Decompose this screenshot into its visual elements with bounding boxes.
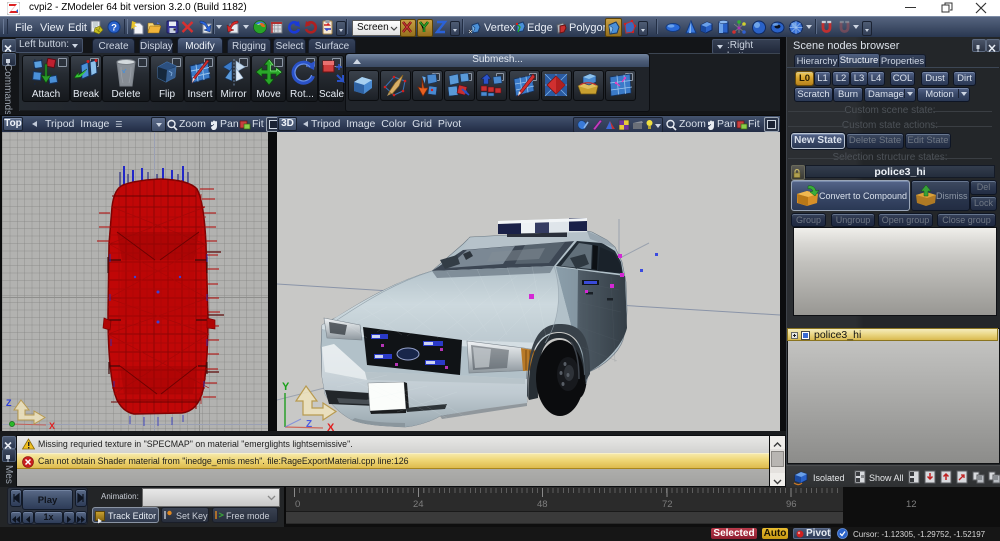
svg-text:?: ? [111, 23, 117, 34]
svg-text:Z: Z [306, 419, 312, 430]
svg-text:Z: Z [6, 398, 12, 408]
svg-text:X: X [327, 422, 335, 431]
svg-text:X: X [49, 421, 55, 431]
svg-text:Y: Y [282, 381, 290, 393]
